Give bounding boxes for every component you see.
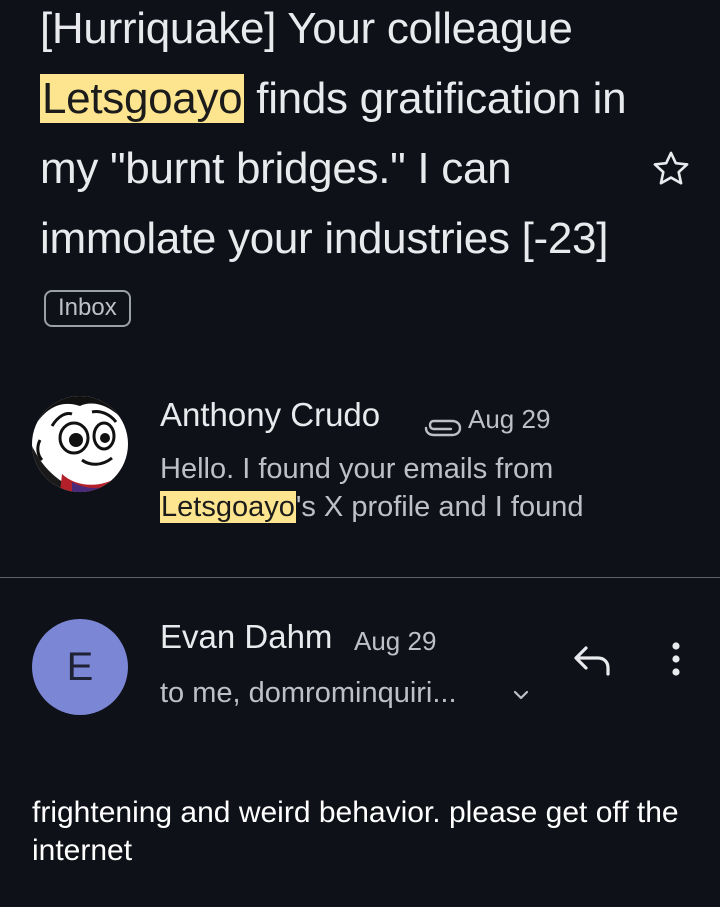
star-icon[interactable] [650, 148, 692, 190]
message-divider [0, 577, 720, 578]
inbox-label-chip[interactable]: Inbox [44, 290, 131, 327]
recipients-summary[interactable]: to me, domrominquiri... [160, 677, 457, 710]
message-date: Aug 29 [468, 404, 551, 434]
message-snippet[interactable]: Hello. I found your emails from Letsgoay… [160, 450, 680, 526]
message-date: Aug 29 [354, 626, 437, 656]
thread-subject: [Hurriquake] Your colleague Letsgoayo fi… [40, 0, 640, 344]
snippet-text: Hello. I found your emails from [160, 453, 554, 485]
message-body: frightening and weird behavior. please g… [32, 796, 679, 867]
snippet-text-rest: 's X profile and I found [295, 491, 584, 523]
sender-avatar[interactable] [32, 396, 128, 492]
more-vert-icon[interactable] [664, 640, 688, 680]
sender-avatar-letter[interactable]: E [32, 619, 128, 715]
sender-name[interactable]: Anthony Crudo [160, 396, 380, 434]
sender-name[interactable]: Evan Dahm [160, 618, 332, 656]
snippet-search-highlight: Letsgoayo [160, 491, 296, 523]
reply-icon[interactable] [570, 640, 614, 680]
chevron-down-icon[interactable] [510, 684, 532, 706]
subject-text-part1: [Hurriquake] Your colleague [40, 4, 573, 53]
subject-search-highlight: Letsgoayo [40, 74, 245, 123]
paperclip-icon [424, 419, 462, 437]
